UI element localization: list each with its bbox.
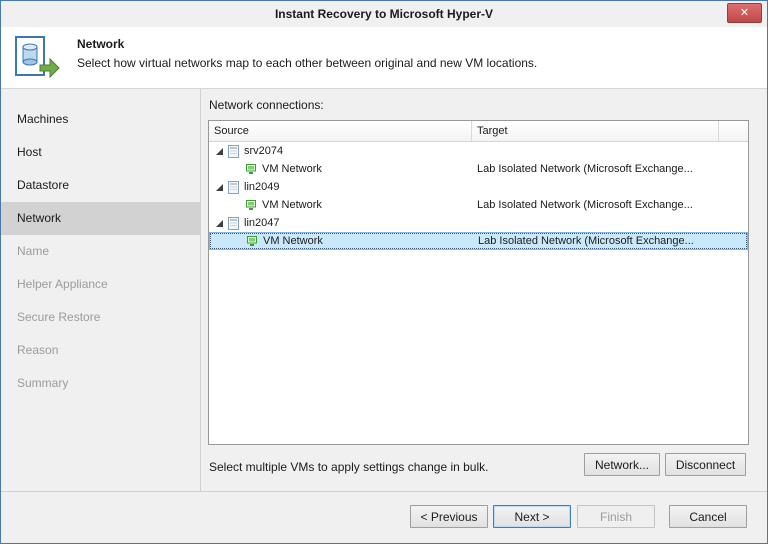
- vm-name: srv2074: [244, 145, 284, 157]
- source-network-name: VM Network: [262, 199, 322, 211]
- table-row-group-lin2047[interactable]: lin2047: [209, 214, 748, 232]
- finish-button: Finish: [577, 505, 655, 528]
- column-header-source[interactable]: Source: [209, 121, 472, 141]
- vm-host-icon: [228, 216, 239, 230]
- source-network-name: VM Network: [263, 235, 323, 247]
- vm-host-icon: [228, 180, 239, 194]
- network-icon: [245, 199, 257, 211]
- column-header-target[interactable]: Target: [472, 121, 719, 141]
- vm-name: lin2047: [244, 217, 280, 229]
- table-row-network-selected[interactable]: VM Network Lab Isolated Network (Microso…: [209, 232, 748, 250]
- network-icon: [246, 235, 258, 247]
- previous-button[interactable]: < Previous: [410, 505, 488, 528]
- sidebar-item-network[interactable]: Network: [1, 202, 200, 235]
- sidebar-item-name: Name: [17, 244, 50, 258]
- vm-name: lin2049: [244, 181, 280, 193]
- target-network-name: Lab Isolated Network (Microsoft Exchange…: [478, 235, 694, 247]
- disconnect-button[interactable]: Disconnect: [665, 453, 746, 476]
- table-row-group-lin2049[interactable]: lin2049: [209, 178, 748, 196]
- sidebar-item-datastore[interactable]: Datastore: [1, 169, 200, 202]
- table-row-network[interactable]: VM Network Lab Isolated Network (Microso…: [209, 160, 748, 178]
- network-button[interactable]: Network...: [584, 453, 660, 476]
- dialog-window: Instant Recovery to Microsoft Hyper-V ✕ …: [0, 0, 768, 544]
- sidebar-item-helper-appliance: Helper Appliance: [17, 277, 108, 291]
- wizard-steps-sidebar: Machines Host Datastore Network Name Hel…: [1, 89, 201, 491]
- cancel-button[interactable]: Cancel: [669, 505, 747, 528]
- bulk-hint-text: Select multiple VMs to apply settings ch…: [209, 460, 489, 474]
- sidebar-item-summary: Summary: [17, 376, 69, 390]
- step-title: Network: [77, 37, 125, 51]
- network-connections-label: Network connections:: [209, 98, 324, 112]
- sidebar-item-host[interactable]: Host: [1, 136, 200, 169]
- close-icon: ✕: [739, 7, 750, 19]
- titlebar[interactable]: Instant Recovery to Microsoft Hyper-V ✕: [1, 1, 767, 27]
- restore-wizard-icon: [13, 34, 61, 82]
- window-title: Instant Recovery to Microsoft Hyper-V: [274, 7, 494, 21]
- step-subtitle: Select how virtual networks map to each …: [77, 56, 538, 70]
- wizard-header: Network Select how virtual networks map …: [1, 27, 767, 89]
- target-network-name: Lab Isolated Network (Microsoft Exchange…: [477, 163, 693, 175]
- network-connections-table: Source Target srv2074 VM Network Lab Iso…: [208, 120, 749, 445]
- close-button[interactable]: ✕: [727, 3, 762, 23]
- sidebar-item-secure-restore: Secure Restore: [17, 310, 101, 324]
- source-network-name: VM Network: [262, 163, 322, 175]
- table-row-group-srv2074[interactable]: srv2074: [209, 142, 748, 160]
- column-header-filler: [719, 121, 748, 141]
- tree-expand-icon[interactable]: [216, 147, 223, 155]
- tree-expand-icon[interactable]: [216, 183, 223, 191]
- sidebar-item-reason: Reason: [17, 343, 59, 357]
- table-header-row: Source Target: [209, 121, 748, 142]
- network-icon: [245, 163, 257, 175]
- wizard-content: Network connections: Source Target srv20…: [202, 89, 767, 491]
- target-network-name: Lab Isolated Network (Microsoft Exchange…: [477, 199, 693, 211]
- next-button[interactable]: Next >: [493, 505, 571, 528]
- sidebar-item-machines[interactable]: Machines: [1, 103, 200, 136]
- vm-host-icon: [228, 144, 239, 158]
- wizard-footer: < Previous Next > Finish Cancel: [1, 491, 767, 543]
- tree-expand-icon[interactable]: [216, 219, 223, 227]
- table-row-network[interactable]: VM Network Lab Isolated Network (Microso…: [209, 196, 748, 214]
